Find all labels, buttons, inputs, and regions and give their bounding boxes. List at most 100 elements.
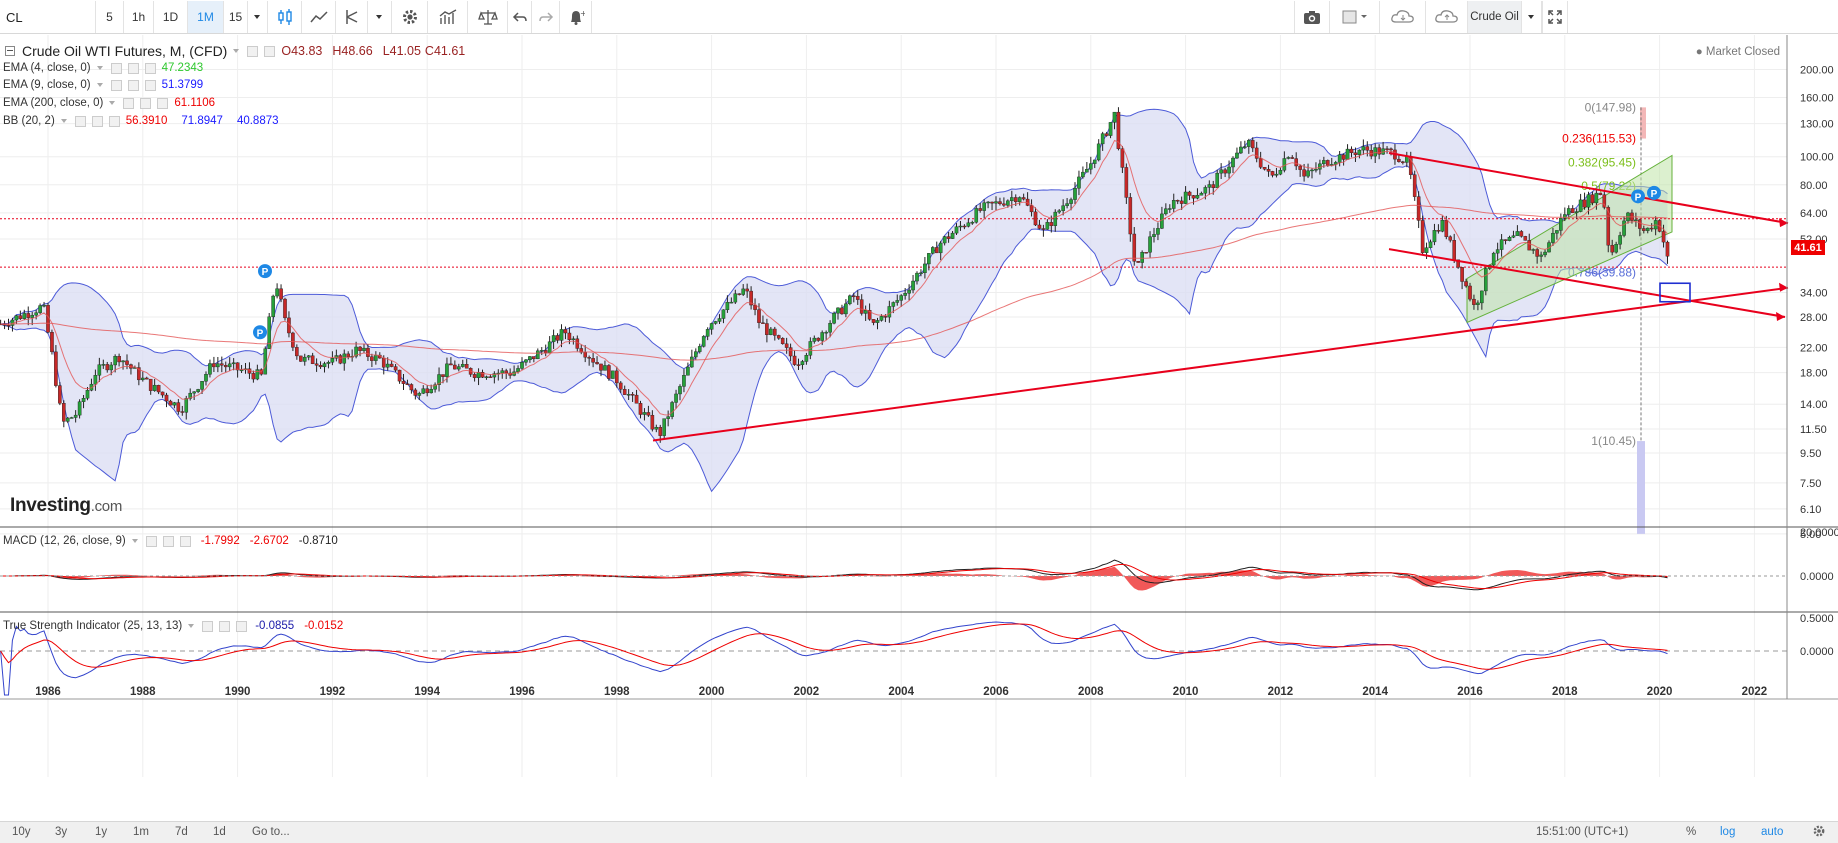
- candle-body: [1614, 244, 1618, 253]
- close-icon[interactable]: [144, 79, 156, 91]
- gear-icon[interactable]: [1812, 824, 1826, 841]
- candle-body: [1065, 203, 1069, 206]
- candle-body: [1290, 157, 1295, 159]
- close-icon[interactable]: [179, 535, 191, 547]
- load-layout-button[interactable]: [1380, 1, 1426, 33]
- layout-name-label[interactable]: Crude Oil: [1468, 1, 1522, 33]
- tsi-value-2: -0.0152: [304, 620, 344, 632]
- settings-small-icon[interactable]: [140, 97, 152, 109]
- macd-label: MACD (12, 26, close, 9): [3, 535, 126, 547]
- candle-body: [1420, 220, 1425, 253]
- chart-area[interactable]: 0(147.98) 0.236(115.53) 0.382(95.45) 0.5(79…: [0, 35, 1838, 821]
- ohlc-low: L41.05: [382, 44, 421, 58]
- time-axis-label: 2012: [1268, 686, 1294, 698]
- close-icon[interactable]: [144, 62, 156, 74]
- range-1m-button[interactable]: 1m: [133, 826, 149, 838]
- fullscreen-button[interactable]: [1542, 1, 1568, 33]
- percent-toggle[interactable]: %: [1686, 826, 1696, 838]
- candle-body: [1156, 228, 1160, 235]
- symbol-input[interactable]: CL: [0, 1, 96, 33]
- settings-small-icon[interactable]: [127, 79, 139, 91]
- chevron-down-icon[interactable]: [96, 83, 103, 87]
- screenshot-button[interactable]: [1294, 1, 1330, 33]
- interval-1m-button[interactable]: 1M: [188, 1, 224, 33]
- close-icon[interactable]: [236, 620, 248, 632]
- range-1y-button[interactable]: 1y: [95, 826, 107, 838]
- candle-body: [1527, 240, 1532, 251]
- candle-body: [1570, 208, 1575, 214]
- chevron-down-icon[interactable]: [96, 66, 103, 70]
- chevron-down-icon[interactable]: [188, 624, 195, 628]
- goto-button[interactable]: Go to...: [252, 826, 290, 838]
- candle-body: [1069, 199, 1073, 204]
- interval-dropdown-button[interactable]: [248, 1, 268, 33]
- template-button[interactable]: [1330, 1, 1380, 33]
- settings-button[interactable]: [392, 1, 428, 33]
- range-1d-button[interactable]: 1d: [213, 826, 226, 838]
- candle-body: [223, 365, 228, 368]
- layout-dropdown-button[interactable]: [1522, 1, 1542, 33]
- range-10y-button[interactable]: 10y: [12, 826, 31, 838]
- price-axis-label: 80.00: [1800, 180, 1828, 192]
- drawing-tools-dropdown[interactable]: [368, 1, 392, 33]
- eye-icon[interactable]: [123, 97, 135, 109]
- candle-body: [1294, 158, 1298, 167]
- candle-body: [144, 377, 149, 380]
- pin-label: P: [1651, 189, 1658, 200]
- candle-body: [563, 329, 568, 334]
- settings-small-icon[interactable]: [162, 535, 174, 547]
- chevron-down-icon[interactable]: [131, 539, 138, 543]
- close-icon[interactable]: [108, 115, 120, 127]
- eye-icon[interactable]: [247, 45, 259, 57]
- candle-body: [654, 427, 659, 430]
- chevron-down-icon[interactable]: [60, 119, 67, 123]
- close-icon[interactable]: [157, 97, 169, 109]
- log-toggle[interactable]: log: [1720, 826, 1735, 838]
- candle-body: [1523, 236, 1528, 241]
- candle-body: [113, 356, 117, 366]
- settings-small-icon[interactable]: [219, 620, 231, 632]
- candle-body: [883, 316, 888, 318]
- range-7d-button[interactable]: 7d: [175, 826, 188, 838]
- interval-15-button[interactable]: 15: [224, 1, 248, 33]
- candle-body: [393, 366, 398, 371]
- eye-icon[interactable]: [74, 115, 86, 127]
- indicator-axis-label: 0.0000: [1800, 646, 1834, 658]
- time-axis-label: 2008: [1078, 686, 1104, 698]
- candle-body: [1582, 199, 1587, 208]
- indicators-button[interactable]: [428, 1, 468, 33]
- drawing-tools-button[interactable]: [336, 1, 368, 33]
- candle-body: [595, 362, 599, 365]
- auto-toggle[interactable]: auto: [1761, 826, 1783, 838]
- line-style-button[interactable]: [302, 1, 336, 33]
- save-layout-button[interactable]: [1426, 1, 1468, 33]
- candle-body: [1586, 194, 1591, 208]
- candle-body: [1634, 219, 1638, 222]
- settings-small-icon[interactable]: [264, 45, 276, 57]
- eye-icon[interactable]: [145, 535, 157, 547]
- alert-button[interactable]: +: [560, 1, 592, 33]
- eye-icon[interactable]: [202, 620, 214, 632]
- chevron-down-icon[interactable]: [109, 101, 116, 105]
- settings-small-icon[interactable]: [91, 115, 103, 127]
- settings-small-icon[interactable]: [127, 62, 139, 74]
- candle-body: [1191, 195, 1196, 199]
- compare-button[interactable]: [468, 1, 508, 33]
- candles-style-button[interactable]: [268, 1, 302, 33]
- candle-body: [1483, 268, 1488, 292]
- candle-body: [342, 353, 347, 364]
- chart-canvas[interactable]: 0(147.98)0.236(115.53)0.382(95.45)0.5(79…: [0, 35, 1838, 821]
- eye-icon[interactable]: [110, 62, 122, 74]
- candle-body: [1002, 203, 1006, 206]
- eye-icon[interactable]: [110, 79, 122, 91]
- interval-1d-button[interactable]: 1D: [154, 1, 188, 33]
- interval-1h-button[interactable]: 1h: [124, 1, 154, 33]
- candle-body: [85, 390, 90, 399]
- collapse-icon[interactable]: [5, 46, 15, 56]
- undo-button[interactable]: [508, 1, 532, 33]
- candle-body: [1444, 219, 1449, 237]
- chevron-down-icon[interactable]: [233, 49, 240, 53]
- range-3y-button[interactable]: 3y: [55, 826, 67, 838]
- redo-button[interactable]: [532, 1, 560, 33]
- interval-5-button[interactable]: 5: [96, 1, 124, 33]
